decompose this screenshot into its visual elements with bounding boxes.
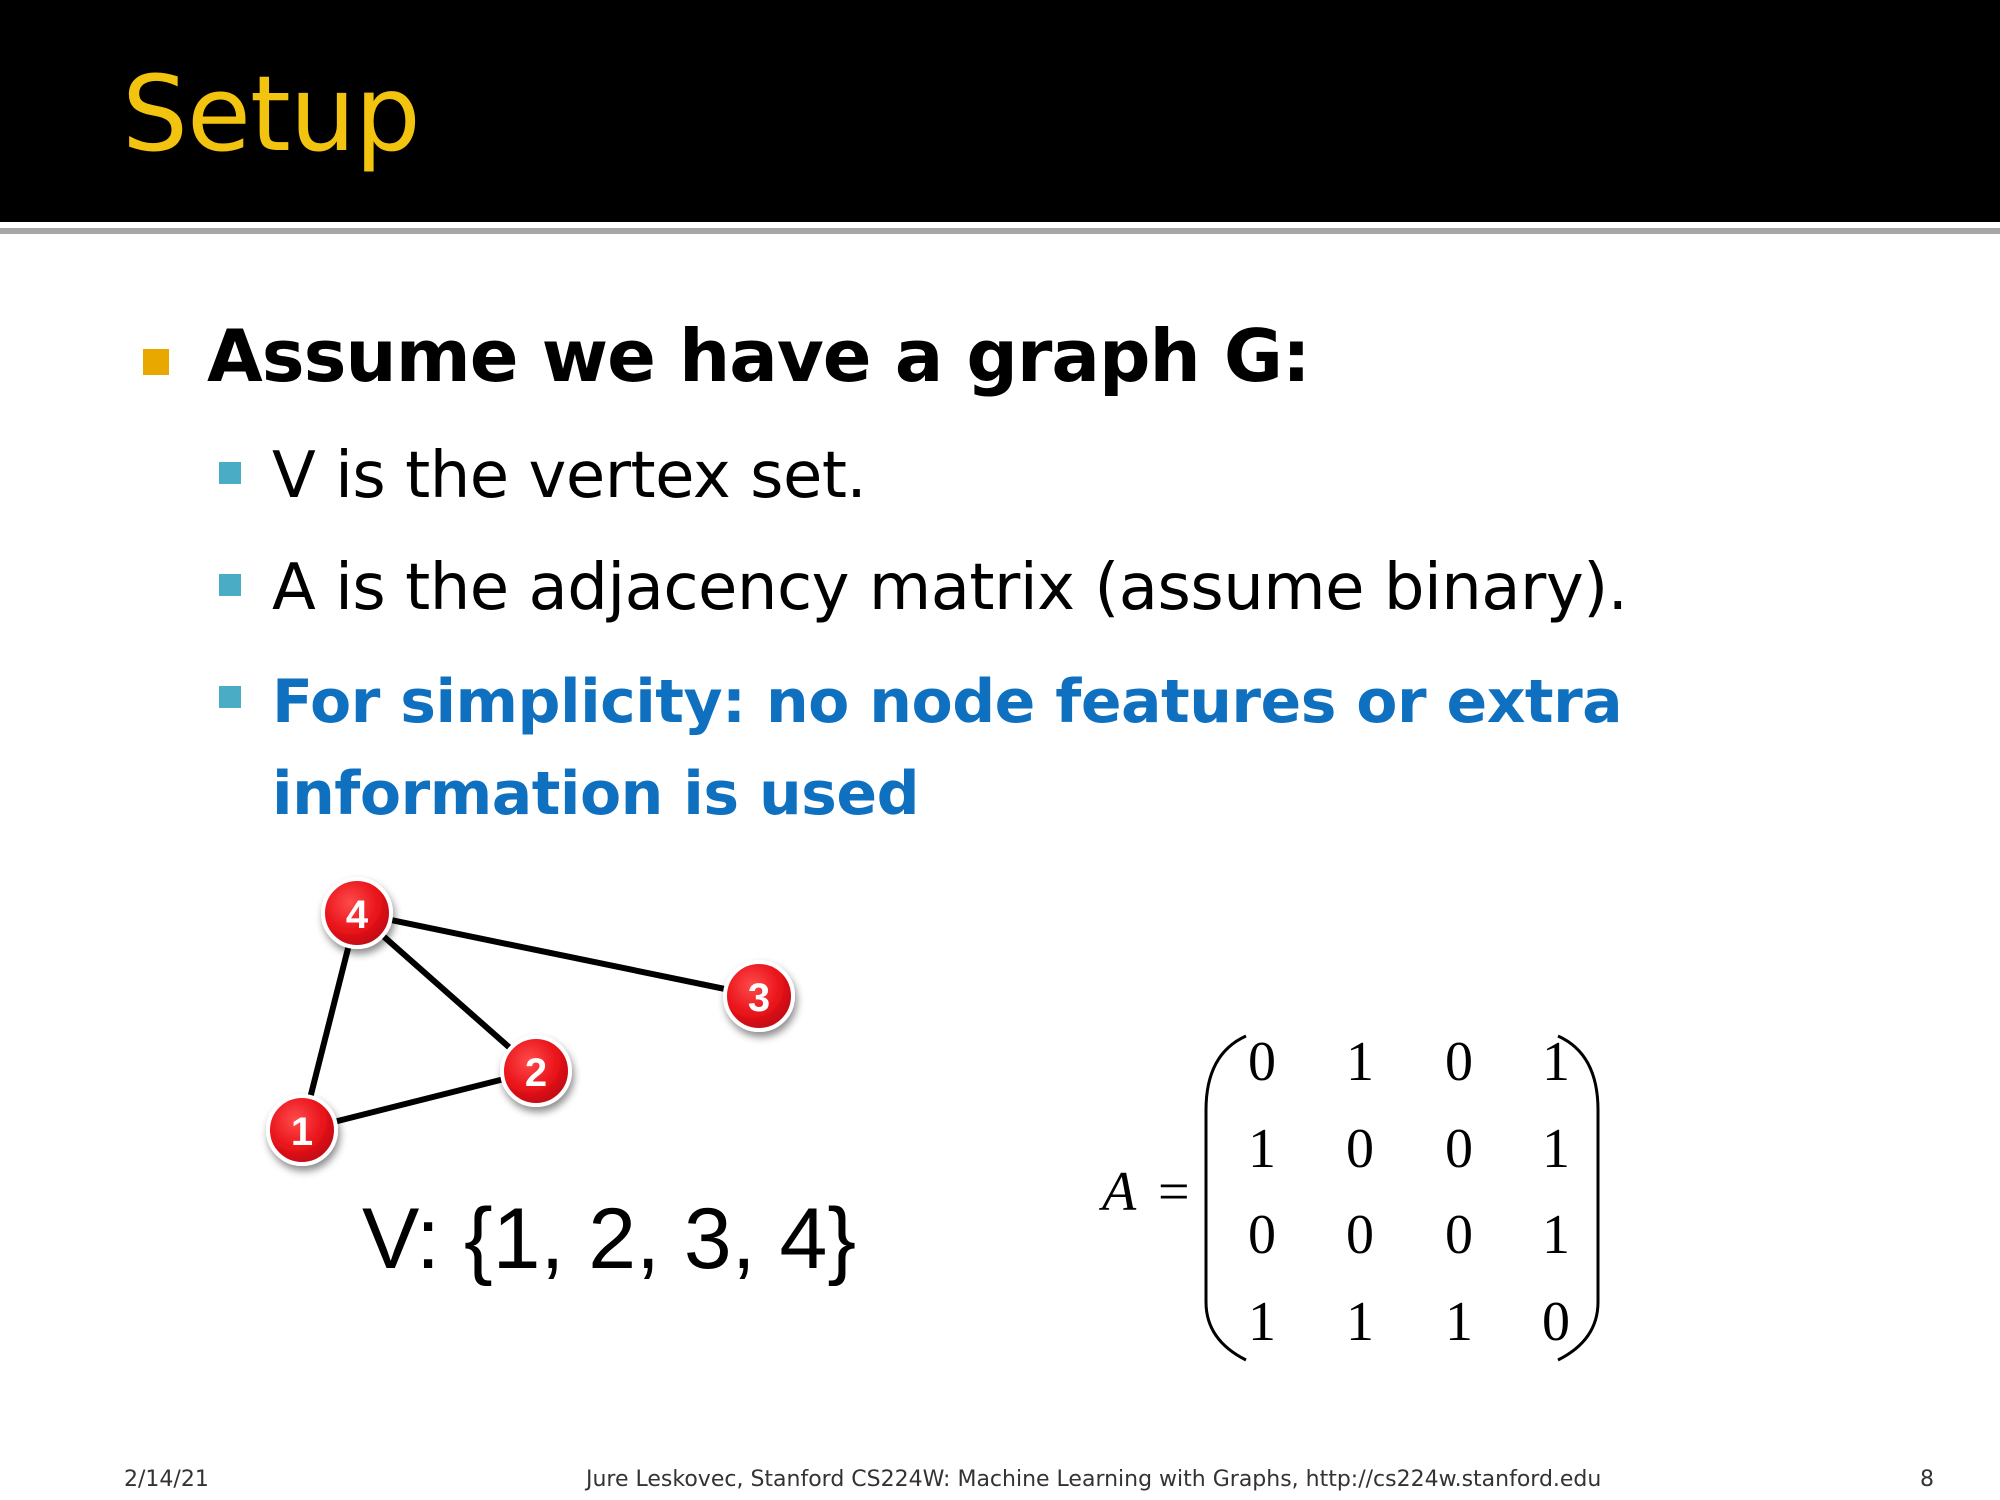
graph-node-4: 4 [321,877,393,949]
matrix-cell: 0 [1542,1291,1570,1353]
graph-node-3: 3 [723,960,795,1032]
matrix-cell: 0 [1346,1204,1374,1266]
matrix-cell: 1 [1346,1031,1374,1093]
matrix-cell: 0 [1445,1204,1473,1266]
footer-date: 2/14/21 [124,1467,209,1492]
node-label-1: 1 [291,1110,313,1154]
node-label-2: 2 [525,1051,547,1095]
matrix-cell: 1 [1445,1291,1473,1353]
vertex-set-label: V: {1, 2, 3, 4} [362,1191,857,1287]
matrix-cell: 1 [1542,1204,1570,1266]
matrix-cell: 1 [1248,1291,1276,1353]
edge-1-2 [301,1068,537,1133]
matrix-cell: 1 [1542,1118,1570,1180]
graph-node-2: 2 [500,1035,572,1107]
matrix-cell: 1 [1542,1031,1570,1093]
matrix-cell: 0 [1445,1031,1473,1093]
graph-diagram: 4 3 2 1 A = 0 1 0 1 1 0 0 1 0 0 0 1 1 1 … [266,877,1600,1362]
graph-node-1: 1 [266,1094,338,1166]
matrix-cell: 1 [1248,1118,1276,1180]
matrix-cell: 1 [1346,1291,1374,1353]
adjacency-matrix: A = 0 1 0 1 1 0 0 1 0 0 0 1 1 1 1 0 [1098,1031,1600,1362]
matrix-cell: 0 [1248,1031,1276,1093]
matrix-cell: 0 [1445,1118,1473,1180]
matrix-label: A [1098,1161,1137,1223]
edge-4-3 [356,910,760,999]
node-label-4: 4 [346,893,369,937]
matrix-left-paren [1204,1034,1247,1362]
matrix-cell: 0 [1248,1204,1276,1266]
matrix-equals: = [1158,1161,1190,1223]
footer-page-number: 8 [1920,1467,1934,1492]
footer-credit: Jure Leskovec, Stanford CS224W: Machine … [586,1467,1602,1492]
matrix-cell: 0 [1346,1118,1374,1180]
node-label-3: 3 [748,976,770,1020]
